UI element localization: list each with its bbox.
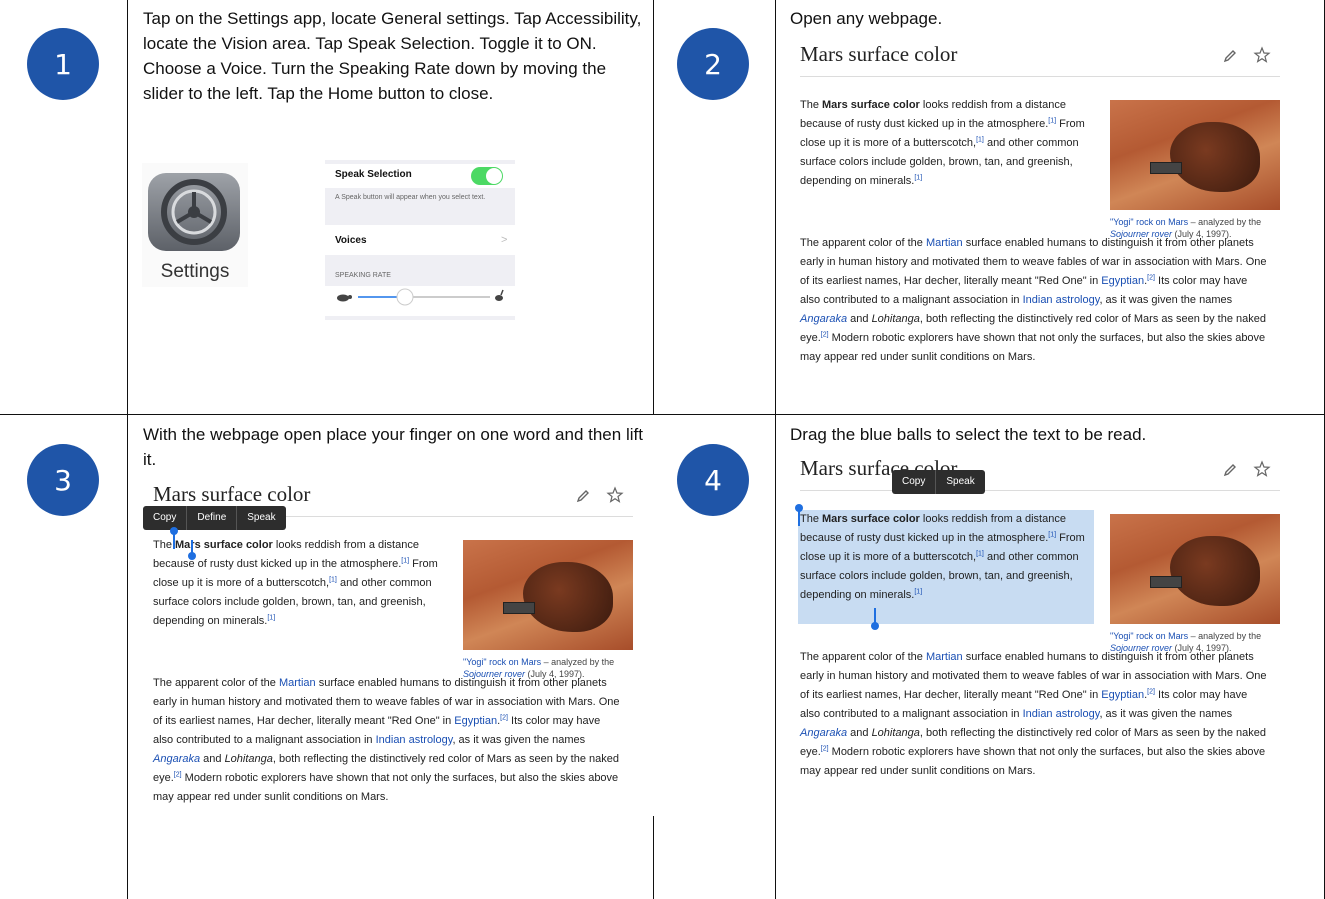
selection-handle-end[interactable]	[188, 540, 196, 560]
copy-menu-item[interactable]: Copy	[892, 470, 935, 494]
copy-menu-item[interactable]: Copy	[143, 506, 186, 530]
step-3-instruction: With the webpage open place your finger …	[143, 425, 643, 469]
egyptian-link[interactable]: Egyptian	[1101, 275, 1144, 287]
step-number-2: 2	[677, 28, 749, 100]
angaraka-link[interactable]: Angaraka	[800, 313, 847, 325]
rover	[1150, 162, 1182, 174]
webpage-screenshot-step4: Mars surface color "Yogi" rock on Mars –…	[790, 452, 1290, 812]
turtle-icon	[337, 294, 352, 302]
mars-rock-photo	[463, 540, 633, 650]
egyptian-link[interactable]: Egyptian	[454, 715, 497, 727]
voices-row[interactable]: Voices >	[325, 225, 515, 255]
caption-link[interactable]: "Yogi" rock on Mars	[1110, 631, 1188, 641]
settings-app-label: Settings	[160, 261, 230, 282]
title-divider	[800, 76, 1280, 77]
selection-handle-start[interactable]	[170, 527, 178, 549]
star-icon[interactable]	[605, 485, 625, 505]
caption-link[interactable]: "Yogi" rock on Mars	[463, 657, 541, 667]
pencil-icon[interactable]	[573, 486, 593, 506]
speak-selection-settings: Speak Selection A Speak button will appe…	[325, 160, 515, 320]
speak-selection-label: Speak Selection	[335, 169, 412, 180]
pencil-icon[interactable]	[1220, 46, 1240, 66]
star-icon[interactable]	[1252, 45, 1272, 65]
webpage-paragraph-1: The Mars surface color looks reddish fro…	[153, 539, 438, 627]
caption-link[interactable]: "Yogi" rock on Mars	[1110, 217, 1188, 227]
step-4-instruction: Drag the blue balls to select the text t…	[790, 425, 1147, 444]
mars-rock-photo	[1110, 100, 1280, 210]
indian-astrology-link[interactable]: Indian astrology	[1023, 708, 1100, 720]
speaking-rate-row	[325, 286, 515, 316]
step-number-4: 4	[677, 444, 749, 516]
grid-line	[127, 0, 128, 899]
selection-handle-start[interactable]	[795, 504, 803, 526]
indian-astrology-link[interactable]: Indian astrology	[1023, 294, 1100, 306]
speak-menu-item[interactable]: Speak	[936, 470, 984, 494]
webpage-screenshot-step2: Mars surface color "Yogi" rock on Mars –…	[790, 38, 1290, 398]
star-icon[interactable]	[1252, 459, 1272, 479]
webpage-screenshot-step3: Mars surface color "Yogi" rock on Mars –…	[143, 478, 648, 818]
webpage-paragraph-1: The Mars surface color looks reddish fro…	[800, 513, 1085, 601]
grid-line	[775, 0, 776, 899]
title-divider	[800, 490, 1280, 491]
step-number-3: 3	[27, 444, 99, 516]
egyptian-link[interactable]: Egyptian	[1101, 689, 1144, 701]
voices-label: Voices	[335, 235, 367, 246]
selection-handle-end[interactable]	[871, 608, 879, 630]
speak-selection-note: A Speak button will appear when you sele…	[335, 194, 486, 201]
webpage-title: Mars surface color	[800, 42, 958, 66]
webpage-paragraph-2: The apparent color of the Martian surfac…	[800, 651, 1267, 777]
grid-line	[653, 0, 654, 414]
webpage-title: Mars surface color	[153, 482, 311, 506]
webpage-paragraph-1: The Mars surface color looks reddish fro…	[800, 99, 1085, 187]
chevron-right-icon: >	[501, 234, 508, 246]
edit-menu: Copy Speak	[892, 470, 985, 494]
indian-astrology-link[interactable]: Indian astrology	[376, 734, 453, 746]
speaking-rate-slider[interactable]	[325, 286, 515, 316]
angaraka-link[interactable]: Angaraka	[153, 753, 200, 765]
angaraka-link[interactable]: Angaraka	[800, 727, 847, 739]
pencil-icon[interactable]	[1220, 460, 1240, 480]
speak-menu-item[interactable]: Speak	[237, 506, 285, 530]
step-number-1: 1	[27, 28, 99, 100]
speaking-rate-label: SPEAKING RATE	[335, 272, 391, 279]
rover	[1150, 576, 1182, 588]
rover	[503, 602, 535, 614]
martian-link[interactable]: Martian	[926, 237, 963, 249]
mars-rock-photo	[1110, 514, 1280, 624]
martian-link[interactable]: Martian	[279, 677, 316, 689]
step-2-instruction: Open any webpage.	[790, 9, 943, 28]
martian-link[interactable]: Martian	[926, 651, 963, 663]
edit-menu: Copy Define Speak	[143, 506, 286, 530]
step-1-instruction: Tap on the Settings app, locate General …	[143, 9, 642, 103]
grid-line	[653, 816, 654, 899]
gear-icon	[148, 173, 240, 251]
settings-app-icon[interactable]: Settings	[142, 163, 248, 287]
speak-selection-toggle[interactable]	[471, 167, 503, 185]
define-menu-item[interactable]: Define	[187, 506, 236, 530]
webpage-paragraph-2: The apparent color of the Martian surfac…	[800, 237, 1267, 363]
webpage-paragraph-2: The apparent color of the Martian surfac…	[153, 677, 620, 803]
grid-line	[0, 414, 1325, 415]
speak-selection-row[interactable]: Speak Selection	[325, 164, 515, 188]
hare-icon	[495, 289, 504, 301]
